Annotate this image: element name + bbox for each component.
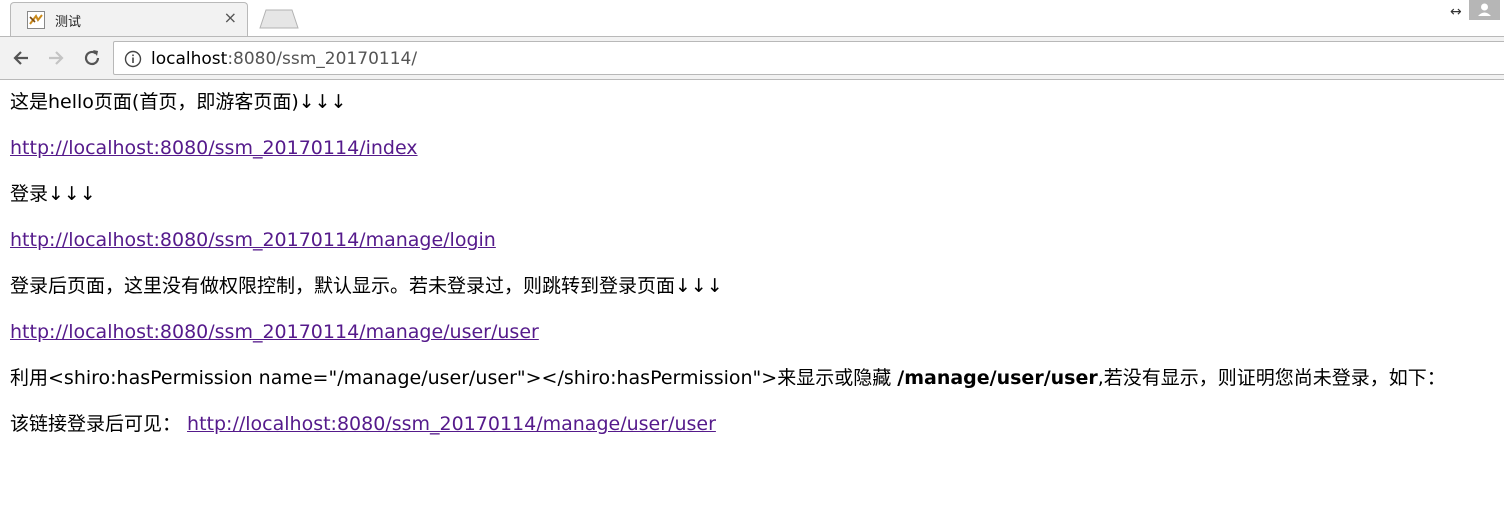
hello-text: 这是hello页面(首页，即游客页面)↓↓↓	[10, 91, 347, 113]
forward-icon[interactable]	[45, 47, 67, 69]
user-icon	[1478, 3, 1491, 16]
address-bar[interactable]: localhost:8080/ssm_20170114/	[113, 41, 1504, 75]
index-link[interactable]: http://localhost:8080/ssm_20170114/index	[10, 137, 418, 159]
browser-toolbar: localhost:8080/ssm_20170114/	[0, 36, 1504, 80]
login-text: 登录↓↓↓	[10, 183, 96, 205]
tab-close-icon[interactable]: ×	[224, 9, 237, 27]
resize-icon[interactable]: ↔	[1450, 4, 1462, 20]
url-path: :8080/ssm_20170114/	[227, 49, 418, 69]
protected-user-link[interactable]: http://localhost:8080/ssm_20170114/manag…	[187, 413, 716, 435]
browser-tab[interactable]: 测试 ×	[10, 2, 248, 36]
profile-button[interactable]	[1469, 0, 1500, 20]
reload-icon[interactable]	[81, 47, 103, 69]
back-icon[interactable]	[10, 47, 32, 69]
tab-title: 测试	[55, 15, 82, 30]
user-link[interactable]: http://localhost:8080/ssm_20170114/manag…	[10, 321, 539, 343]
shiro-text-prefix: 利用<shiro:hasPermission name="/manage/use…	[10, 367, 898, 389]
favicon-icon	[27, 11, 45, 29]
protected-link-label: 该链接登录后可见：	[10, 413, 188, 435]
new-tab-button[interactable]	[258, 9, 300, 29]
after-login-text: 登录后页面，这里没有做权限控制，默认显示。若未登录过，则跳转到登录页面↓↓↓	[10, 275, 723, 297]
shiro-bold-path: /manage/user/user	[897, 367, 1098, 389]
login-link[interactable]: http://localhost:8080/ssm_20170114/manag…	[10, 229, 496, 251]
protected-link-row: 该链接登录后可见： http://localhost:8080/ssm_2017…	[10, 412, 1500, 436]
shiro-text-suffix: ,若没有显示，则证明您尚未登录，如下：	[1097, 367, 1446, 389]
url-text[interactable]: localhost:8080/ssm_20170114/	[151, 49, 417, 69]
page-content: 这是hello页面(首页，即游客页面)↓↓↓ http://localhost:…	[10, 90, 1500, 458]
tab-strip: 测试 × ↔	[0, 0, 1504, 36]
url-host: localhost	[151, 49, 228, 69]
info-icon[interactable]	[124, 50, 142, 68]
shiro-description: 利用<shiro:hasPermission name="/manage/use…	[10, 366, 1500, 390]
